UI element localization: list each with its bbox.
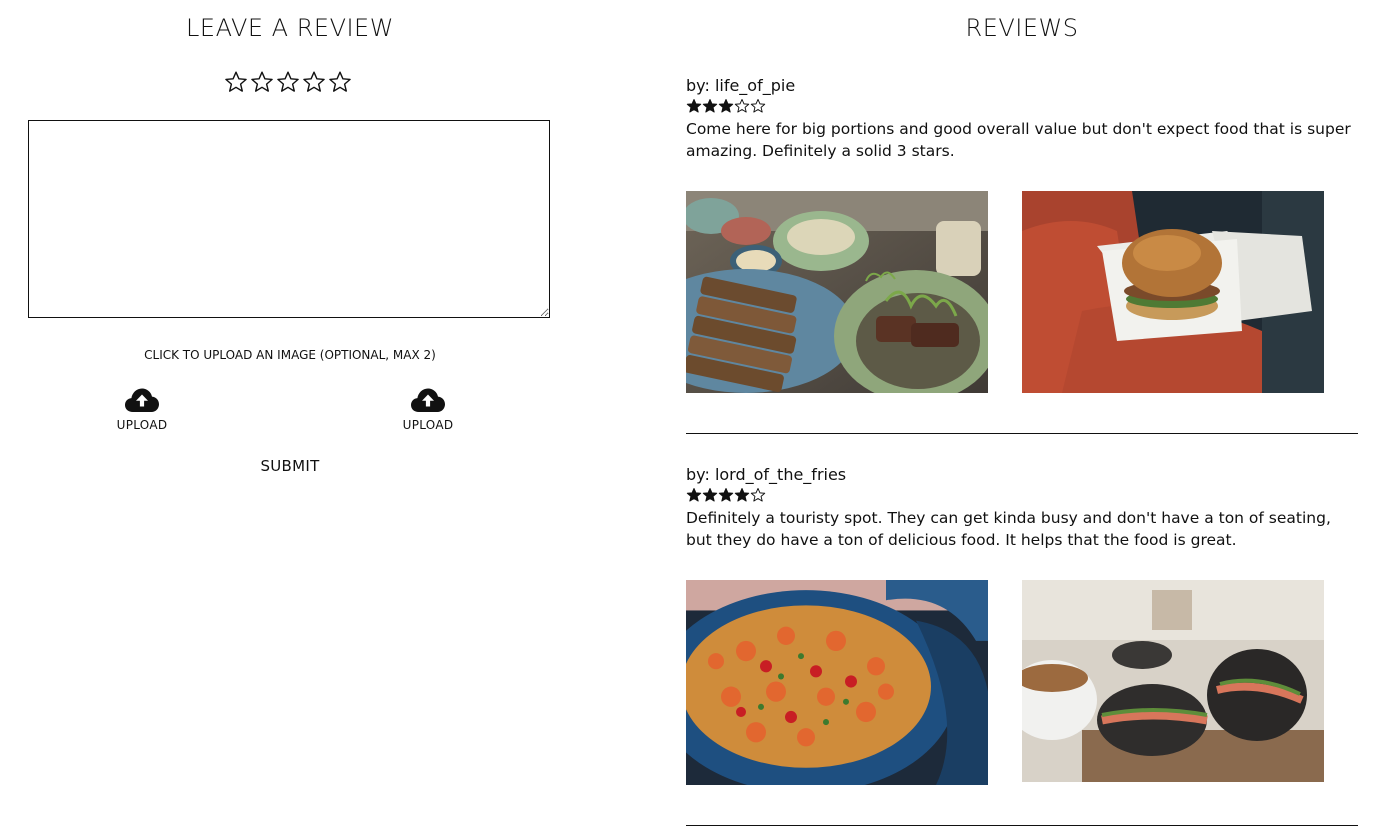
star-filled-icon — [718, 98, 734, 114]
star-filled-icon — [702, 487, 718, 503]
upload-button-label: UPLOAD — [402, 418, 454, 432]
star-empty-icon — [750, 98, 766, 114]
review-author: by: lord_of_the_fries — [686, 465, 847, 484]
star-filled-icon — [718, 487, 734, 503]
star-empty-icon — [734, 98, 750, 114]
review-divider — [686, 825, 1358, 826]
rating-star-5[interactable] — [328, 69, 352, 95]
burger-in-box-photo[interactable] — [1022, 191, 1324, 393]
star-filled-icon — [686, 98, 702, 114]
upload-hint: CLICK TO UPLOAD AN IMAGE (OPTIONAL, MAX … — [144, 348, 436, 362]
rating-star-3[interactable] — [276, 69, 300, 95]
leave-review-title: LEAVE A REVIEW — [186, 14, 394, 42]
submit-button[interactable]: SUBMIT — [240, 457, 340, 475]
review-rating — [686, 98, 766, 114]
review-text: Definitely a touristy spot. They can get… — [686, 509, 1331, 549]
review-text: Come here for big portions and good over… — [686, 120, 1351, 160]
star-filled-icon — [734, 487, 750, 503]
upload-button-1[interactable]: UPLOAD — [102, 386, 182, 436]
rating-star-4[interactable] — [302, 69, 326, 95]
review-author: by: life_of_pie — [686, 76, 796, 95]
leave-review-panel: LEAVE A REVIEW CLICK TO UPLOAD AN IMAGE … — [0, 0, 580, 839]
black-bun-burger-photo[interactable] — [1022, 580, 1324, 782]
bread-and-steak-photo[interactable] — [686, 191, 988, 393]
star-filled-icon — [686, 487, 702, 503]
upload-button-label: UPLOAD — [116, 418, 168, 432]
rating-input — [224, 69, 352, 99]
upload-button-2[interactable]: UPLOAD — [388, 386, 468, 436]
rating-star-1[interactable] — [224, 69, 248, 95]
star-empty-icon — [750, 487, 766, 503]
review-item: by: life_of_pie Come here for big portio… — [686, 76, 1358, 436]
star-filled-icon — [702, 98, 718, 114]
review-divider — [686, 433, 1358, 434]
cloud-upload-icon — [411, 388, 445, 412]
cloud-upload-icon — [125, 388, 159, 412]
paella-photo[interactable] — [686, 580, 988, 785]
review-rating — [686, 487, 766, 503]
rating-star-2[interactable] — [250, 69, 274, 95]
reviews-panel: REVIEWS by: life_of_pie Come here for bi… — [686, 0, 1358, 839]
review-textarea[interactable] — [28, 120, 550, 318]
review-item: by: lord_of_the_fries Definitely a touri… — [686, 465, 1358, 835]
reviews-title: REVIEWS — [965, 14, 1079, 42]
